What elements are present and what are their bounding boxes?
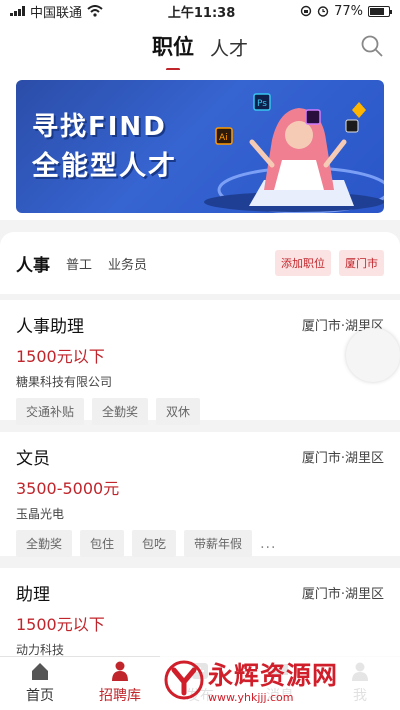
job-card[interactable]: 文员 厦门市·湖里区 3500-5000元 玉晶光电 全勤奖 包住 包吃 带薪年… xyxy=(0,432,400,557)
person-icon xyxy=(112,661,128,681)
ai-badge-label: Ai xyxy=(219,133,228,143)
add-job-button[interactable]: 添加职位 xyxy=(275,250,331,276)
nav-home[interactable]: 首页 xyxy=(0,657,80,710)
ps-badge-label: Ps xyxy=(257,99,267,109)
battery-icon xyxy=(368,5,392,17)
filter-category-worker[interactable]: 普工 xyxy=(66,254,92,273)
job-title-row: 助理 厦门市·湖里区 xyxy=(16,580,384,605)
header-tabs: 职位 人才 xyxy=(151,31,248,71)
job-tag: 全勤奖 xyxy=(16,530,73,557)
search-icon[interactable] xyxy=(360,34,384,58)
job-title: 文员 xyxy=(16,449,50,469)
top-header: 职位 人才 xyxy=(0,22,400,71)
more-tags-indicator: ... xyxy=(260,535,277,552)
banner-illustration: Ps Ai xyxy=(204,93,384,213)
banner-line-1: 寻找FIND xyxy=(32,112,167,142)
tab-talent[interactable]: 人才 xyxy=(210,34,248,61)
alarm-icon xyxy=(317,6,329,17)
job-title-row: 人事助理 厦门市·湖里区 xyxy=(16,312,384,337)
job-tags: 交通补贴 全勤奖 双休 xyxy=(16,398,384,425)
job-salary: 1500元以下 xyxy=(16,615,105,634)
filter-bar: 人事 普工 业务员 添加职位 厦门市 xyxy=(0,232,400,294)
job-title: 人事助理 xyxy=(16,317,84,337)
job-tag: 带薪年假 xyxy=(184,530,253,557)
wifi-icon xyxy=(87,5,103,17)
job-tag: 双休 xyxy=(156,398,201,425)
filter-category-hr[interactable]: 人事 xyxy=(16,251,50,276)
banner-section: 寻找FIND 全能型人才 Ps Ai xyxy=(0,70,400,220)
watermark-url: www.yhkjjj.com xyxy=(208,691,294,704)
site-watermark: 永辉资源网 www.yhkjjj.com xyxy=(160,650,400,710)
job-card[interactable]: 助理 厦门市·湖里区 1500元以下 动力科技 xyxy=(0,568,400,658)
tab-jobs[interactable]: 职位 xyxy=(151,31,194,71)
job-tag: 包住 xyxy=(80,530,125,557)
watermark-text: 永辉资源网 www.yhkjjj.com xyxy=(208,656,338,704)
job-tags: 全勤奖 包住 包吃 带薪年假 ... xyxy=(16,530,384,557)
tab-jobs-label: 职位 xyxy=(151,35,194,59)
battery-percent: 77% xyxy=(334,3,363,19)
nav-home-label: 首页 xyxy=(26,688,54,704)
banner-line-2: 全能型人才 xyxy=(32,151,177,182)
status-bar: 中国联通 上午11:38 77% xyxy=(0,0,400,22)
job-salary: 1500元以下 xyxy=(16,347,105,366)
status-time: 上午11:38 xyxy=(167,5,236,21)
job-title: 助理 xyxy=(16,585,50,605)
job-tag: 全勤奖 xyxy=(92,398,149,425)
nav-talent-pool[interactable]: 招聘库 xyxy=(80,657,160,710)
carrier-name: 中国联通 xyxy=(30,5,83,21)
city-select-button[interactable]: 厦门市 xyxy=(339,250,384,276)
job-location: 厦门市·湖里区 xyxy=(301,451,384,466)
status-left: 中国联通 xyxy=(10,2,103,21)
orientation-lock-icon xyxy=(300,5,312,17)
nav-talent-pool-label: 招聘库 xyxy=(99,688,141,704)
job-company: 玉晶光电 xyxy=(16,507,65,521)
job-salary: 3500-5000元 xyxy=(16,479,120,498)
job-card[interactable]: 人事助理 厦门市·湖里区 1500元以下 糖果科技有限公司 交通补贴 全勤奖 双… xyxy=(0,300,400,425)
job-tag: 交通补贴 xyxy=(16,398,85,425)
job-tag: 包吃 xyxy=(132,530,177,557)
promo-banner[interactable]: 寻找FIND 全能型人才 Ps Ai xyxy=(16,80,384,213)
job-title-row: 文员 厦门市·湖里区 xyxy=(16,444,384,469)
filter-category-sales[interactable]: 业务员 xyxy=(108,254,147,273)
home-icon xyxy=(32,663,48,680)
floating-assistive-button[interactable] xyxy=(346,328,400,382)
job-company: 糖果科技有限公司 xyxy=(16,375,113,389)
signal-icon xyxy=(10,6,25,16)
watermark-name: 永辉资源网 xyxy=(208,661,339,690)
job-location: 厦门市·湖里区 xyxy=(301,587,384,602)
status-right: 77% xyxy=(300,3,392,19)
tab-talent-label: 人才 xyxy=(209,38,248,60)
watermark-logo-icon xyxy=(164,660,204,700)
